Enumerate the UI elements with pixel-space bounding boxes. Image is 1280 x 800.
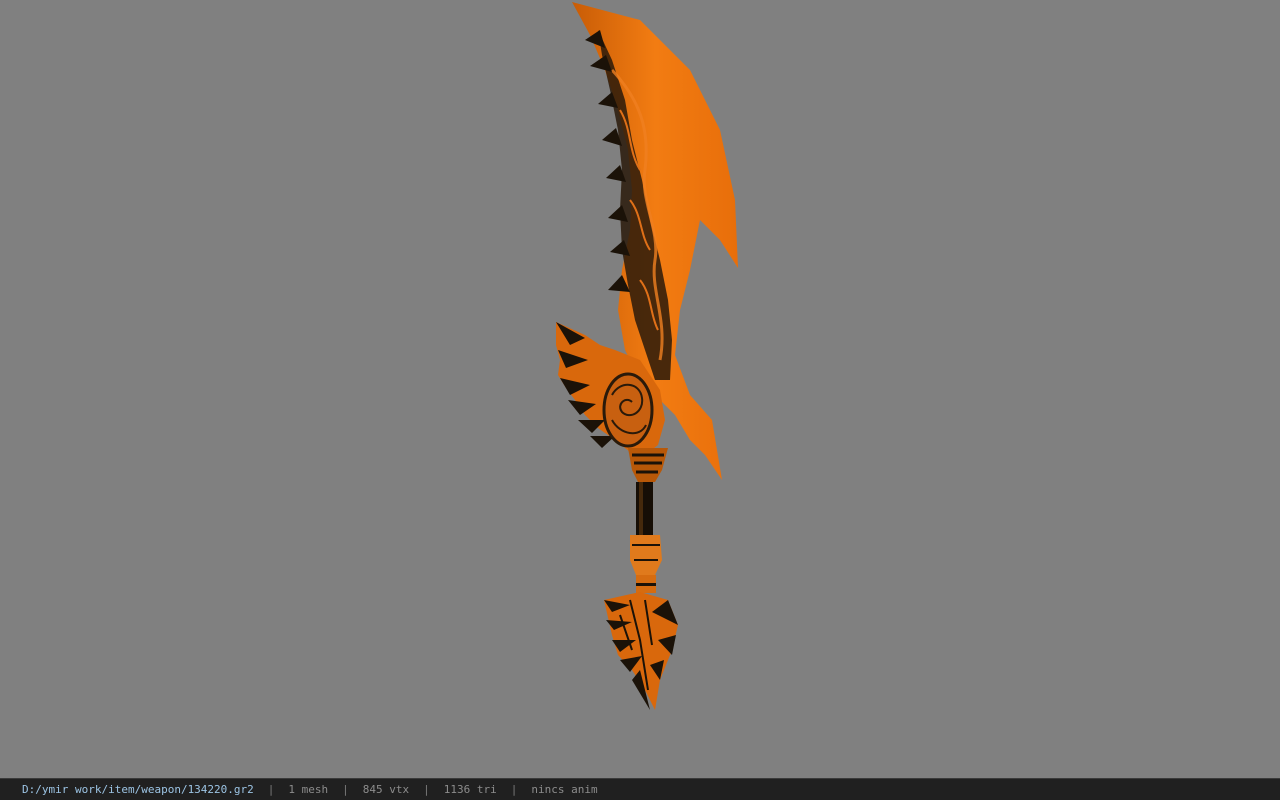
3d-viewport[interactable]	[0, 0, 1280, 778]
collar	[628, 448, 668, 482]
separator: |	[267, 783, 275, 796]
vertex-count: 845 vtx	[362, 783, 410, 796]
status-bar: D:/ymir work/item/weapon/134220.gr2 | 1 me…	[0, 778, 1280, 800]
sword-model	[556, 2, 738, 710]
grip	[636, 482, 653, 540]
triangle-count: 1136 tri	[443, 783, 497, 796]
pommel-tassel	[604, 592, 678, 710]
separator: |	[342, 783, 349, 796]
mesh-count: 1 mesh	[288, 783, 329, 796]
pommel-ring	[630, 535, 662, 575]
file-path: D:/ymir work/item/weapon/134220.gr2	[22, 783, 254, 796]
separator: |	[423, 783, 430, 796]
animation-status: nincs anim	[531, 783, 598, 796]
separator: |	[510, 783, 518, 796]
